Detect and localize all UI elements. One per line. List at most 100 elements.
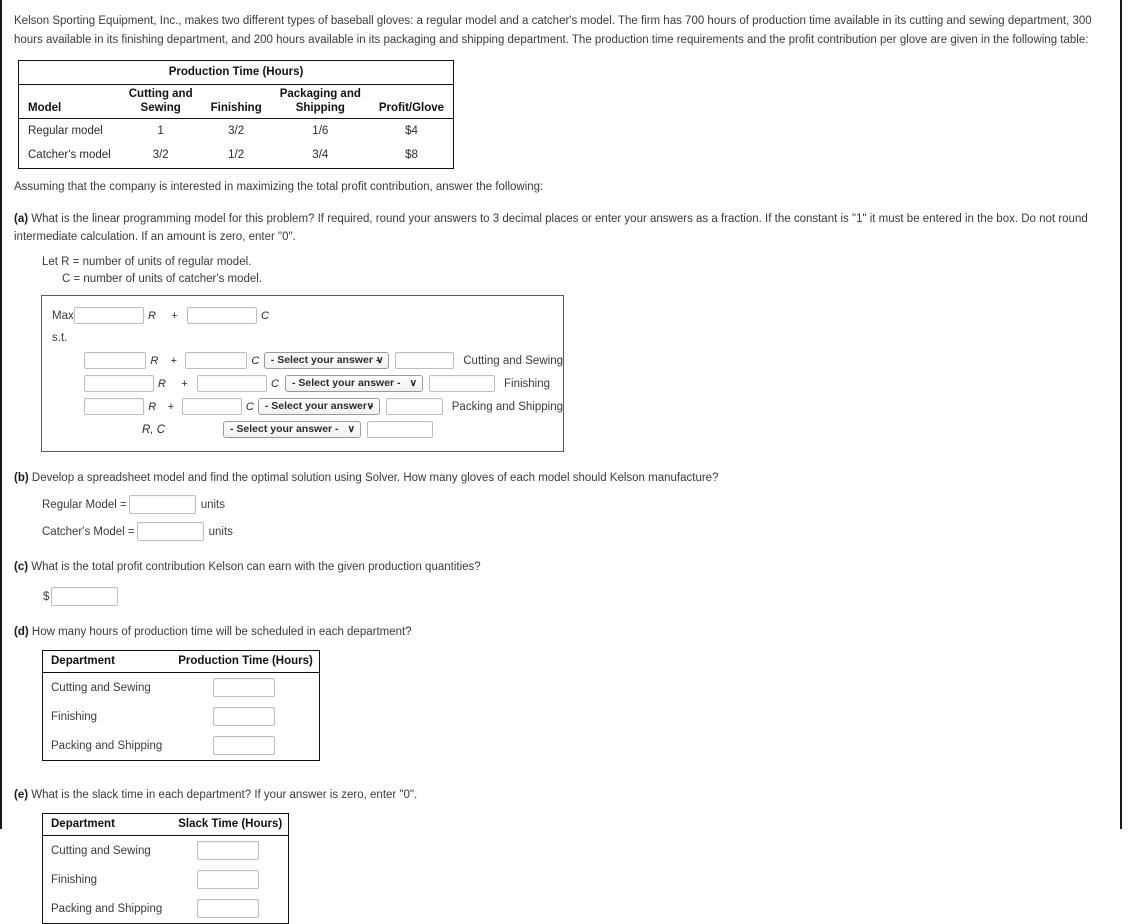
- constraint1-operator-select-value: - Select your answer -: [270, 354, 380, 366]
- slack-time-finishing-input[interactable]: [197, 870, 260, 889]
- catchers-model-answer-row: Catcher's Model = units: [42, 522, 1110, 541]
- objective-r-coefficient-input[interactable]: [74, 307, 144, 324]
- nonnegativity-operator-select[interactable]: - Select your answer - ∨: [223, 421, 361, 438]
- question-d: (d) How many hours of production time wi…: [14, 623, 1110, 641]
- header-slack-time: Slack Time (Hours): [170, 813, 289, 836]
- regular-model-input[interactable]: [128, 495, 196, 514]
- cell-input: [170, 836, 288, 866]
- header-finishing-label: Finishing: [210, 102, 262, 114]
- production-time-answer-table: Department Production Time (Hours) Cutti…: [42, 650, 320, 761]
- nonnegativity-variables-label: R, C: [142, 423, 165, 436]
- nonnegativity-operator-select-value: - Select your answer -: [230, 423, 339, 435]
- constraint3-c-variable: C: [245, 400, 254, 413]
- constraint2-rhs-input[interactable]: [429, 375, 495, 392]
- objective-r-variable: R: [148, 309, 156, 322]
- constraint3-plus-operator: +: [167, 400, 175, 413]
- cell-department: Finishing: [51, 873, 98, 886]
- constraint-row-packing-shipping: R + C - Select your answer - ∨ Packing a…: [42, 395, 563, 418]
- header-profit-glove: Profit/Glove: [369, 84, 454, 119]
- table-row: Catcher's model 3/2 1/2 3/4 $8: [19, 143, 454, 169]
- question-d-label: (d): [14, 626, 29, 638]
- slack-time-packing-shipping-input[interactable]: [197, 899, 260, 918]
- table-row: Finishing: [43, 865, 289, 894]
- subject-to-row: s.t.: [42, 327, 563, 349]
- header-production-time: Production Time (Hours): [170, 650, 320, 673]
- production-time-finishing-input[interactable]: [212, 707, 275, 726]
- constraint3-operator-select[interactable]: - Select your answer - ∨: [257, 398, 380, 415]
- header-cutting-sewing: Cutting and Sewing: [119, 84, 202, 119]
- cell-finishing: 1/2: [228, 149, 245, 161]
- constraint3-c-coefficient-input[interactable]: [181, 398, 242, 415]
- constraint2-plus-operator: +: [181, 377, 188, 390]
- catchers-model-input[interactable]: [136, 522, 204, 541]
- cell-input: [170, 865, 288, 894]
- constraint2-c-variable: C: [271, 377, 279, 390]
- production-time-title: Production Time (Hours): [18, 60, 454, 85]
- constraint3-department-label: Packing and Shipping: [451, 400, 564, 413]
- constraint2-c-coefficient-input[interactable]: [197, 375, 267, 392]
- cell-cutting-sewing: 3/2: [152, 149, 169, 161]
- page-content: Kelson Sporting Equipment, Inc., makes t…: [2, 0, 1120, 924]
- constraint2-department-label: Finishing: [504, 377, 551, 390]
- assumption-text: Assuming that the company is interested …: [14, 181, 544, 193]
- slack-time-answer-table: Department Slack Time (Hours) Cutting an…: [42, 813, 290, 924]
- header-department: Department: [42, 813, 171, 836]
- table-title-row: Production Time (Hours): [18, 60, 454, 85]
- regular-model-label: Regular Model =: [42, 498, 127, 511]
- constraint1-plus-operator: +: [170, 354, 178, 367]
- chevron-down-icon: ∨: [409, 378, 417, 389]
- total-profit-answer-row: $: [43, 587, 1110, 606]
- constraint2-r-coefficient-input[interactable]: [84, 375, 154, 392]
- constraint-row-cutting-sewing: R + C - Select your answer - ∨ Cutting a…: [42, 349, 563, 372]
- constraint-row-finishing: R + C - Select your answer - ∨ Finishing: [42, 372, 563, 395]
- cell-department: Packing and Shipping: [51, 902, 163, 915]
- slack-time-cutting-sewing-input[interactable]: [197, 841, 260, 860]
- objective-c-coefficient-input[interactable]: [187, 307, 257, 324]
- constraint1-c-variable: C: [251, 354, 260, 367]
- let-c-definition: C = number of units of catcher's model.: [62, 273, 263, 285]
- constraint1-c-coefficient-input[interactable]: [184, 352, 248, 369]
- table-row: Regular model 1 3/2 1/6 $4: [19, 119, 454, 144]
- question-e: (e) What is the slack time in each depar…: [14, 786, 1110, 804]
- question-a-text: What is the linear programming model for…: [14, 213, 1088, 243]
- regular-model-units: units: [200, 498, 225, 511]
- table-row: Finishing: [43, 702, 320, 731]
- constraint1-rhs-input[interactable]: [395, 352, 455, 369]
- cell-packaging-shipping: 3/4: [312, 149, 329, 161]
- production-time-cutting-sewing-input[interactable]: [212, 678, 275, 697]
- cell-model: Regular model: [28, 125, 103, 137]
- cell-cutting-sewing: 1: [157, 125, 164, 137]
- table-header-row: Model Cutting and Sewing Finishing Packa…: [18, 84, 454, 119]
- production-time-packing-shipping-input[interactable]: [212, 736, 275, 755]
- cell-profit: $8: [405, 149, 418, 161]
- header-profit-glove-label: Profit/Glove: [378, 102, 445, 114]
- constraint3-r-coefficient-input[interactable]: [84, 398, 145, 415]
- problem-statement: Kelson Sporting Equipment, Inc., makes t…: [14, 15, 1092, 46]
- question-b: (b) Develop a spreadsheet model and find…: [14, 469, 1110, 487]
- objective-c-variable: C: [261, 309, 269, 322]
- catchers-model-label: Catcher's Model =: [42, 525, 135, 538]
- chevron-down-icon: ∨: [366, 401, 374, 412]
- currency-symbol: $: [43, 590, 50, 603]
- table-header-row: Department Production Time (Hours): [42, 650, 320, 673]
- cell-department: Cutting and Sewing: [51, 844, 151, 857]
- cell-input: [170, 673, 319, 703]
- question-e-text: What is the slack time in each departmen…: [31, 789, 418, 801]
- constraint1-r-coefficient-input[interactable]: [84, 352, 147, 369]
- production-time-table: Production Time (Hours) Model Cutting an…: [18, 60, 455, 169]
- question-d-text: How many hours of production time will b…: [31, 626, 412, 638]
- constraint2-operator-select-value: - Select your answer -: [292, 377, 401, 389]
- constraint2-operator-select[interactable]: - Select your answer - ∨: [285, 375, 423, 392]
- total-profit-input[interactable]: [51, 587, 119, 606]
- question-c-text: What is the total profit contribution Ke…: [31, 561, 481, 573]
- question-a: (a) What is the linear programming model…: [14, 210, 1110, 246]
- constraint2-r-variable: R: [158, 377, 166, 390]
- constraint3-rhs-input[interactable]: [385, 398, 443, 415]
- header-department: Department: [42, 650, 171, 673]
- question-a-label: (a): [14, 213, 29, 225]
- objective-plus-operator: +: [171, 309, 178, 322]
- constraint1-r-variable: R: [150, 354, 159, 367]
- constraint1-operator-select[interactable]: - Select your answer - ∨: [263, 352, 390, 369]
- nonnegativity-rhs-input[interactable]: [367, 421, 433, 438]
- question-e-label: (e): [14, 789, 29, 801]
